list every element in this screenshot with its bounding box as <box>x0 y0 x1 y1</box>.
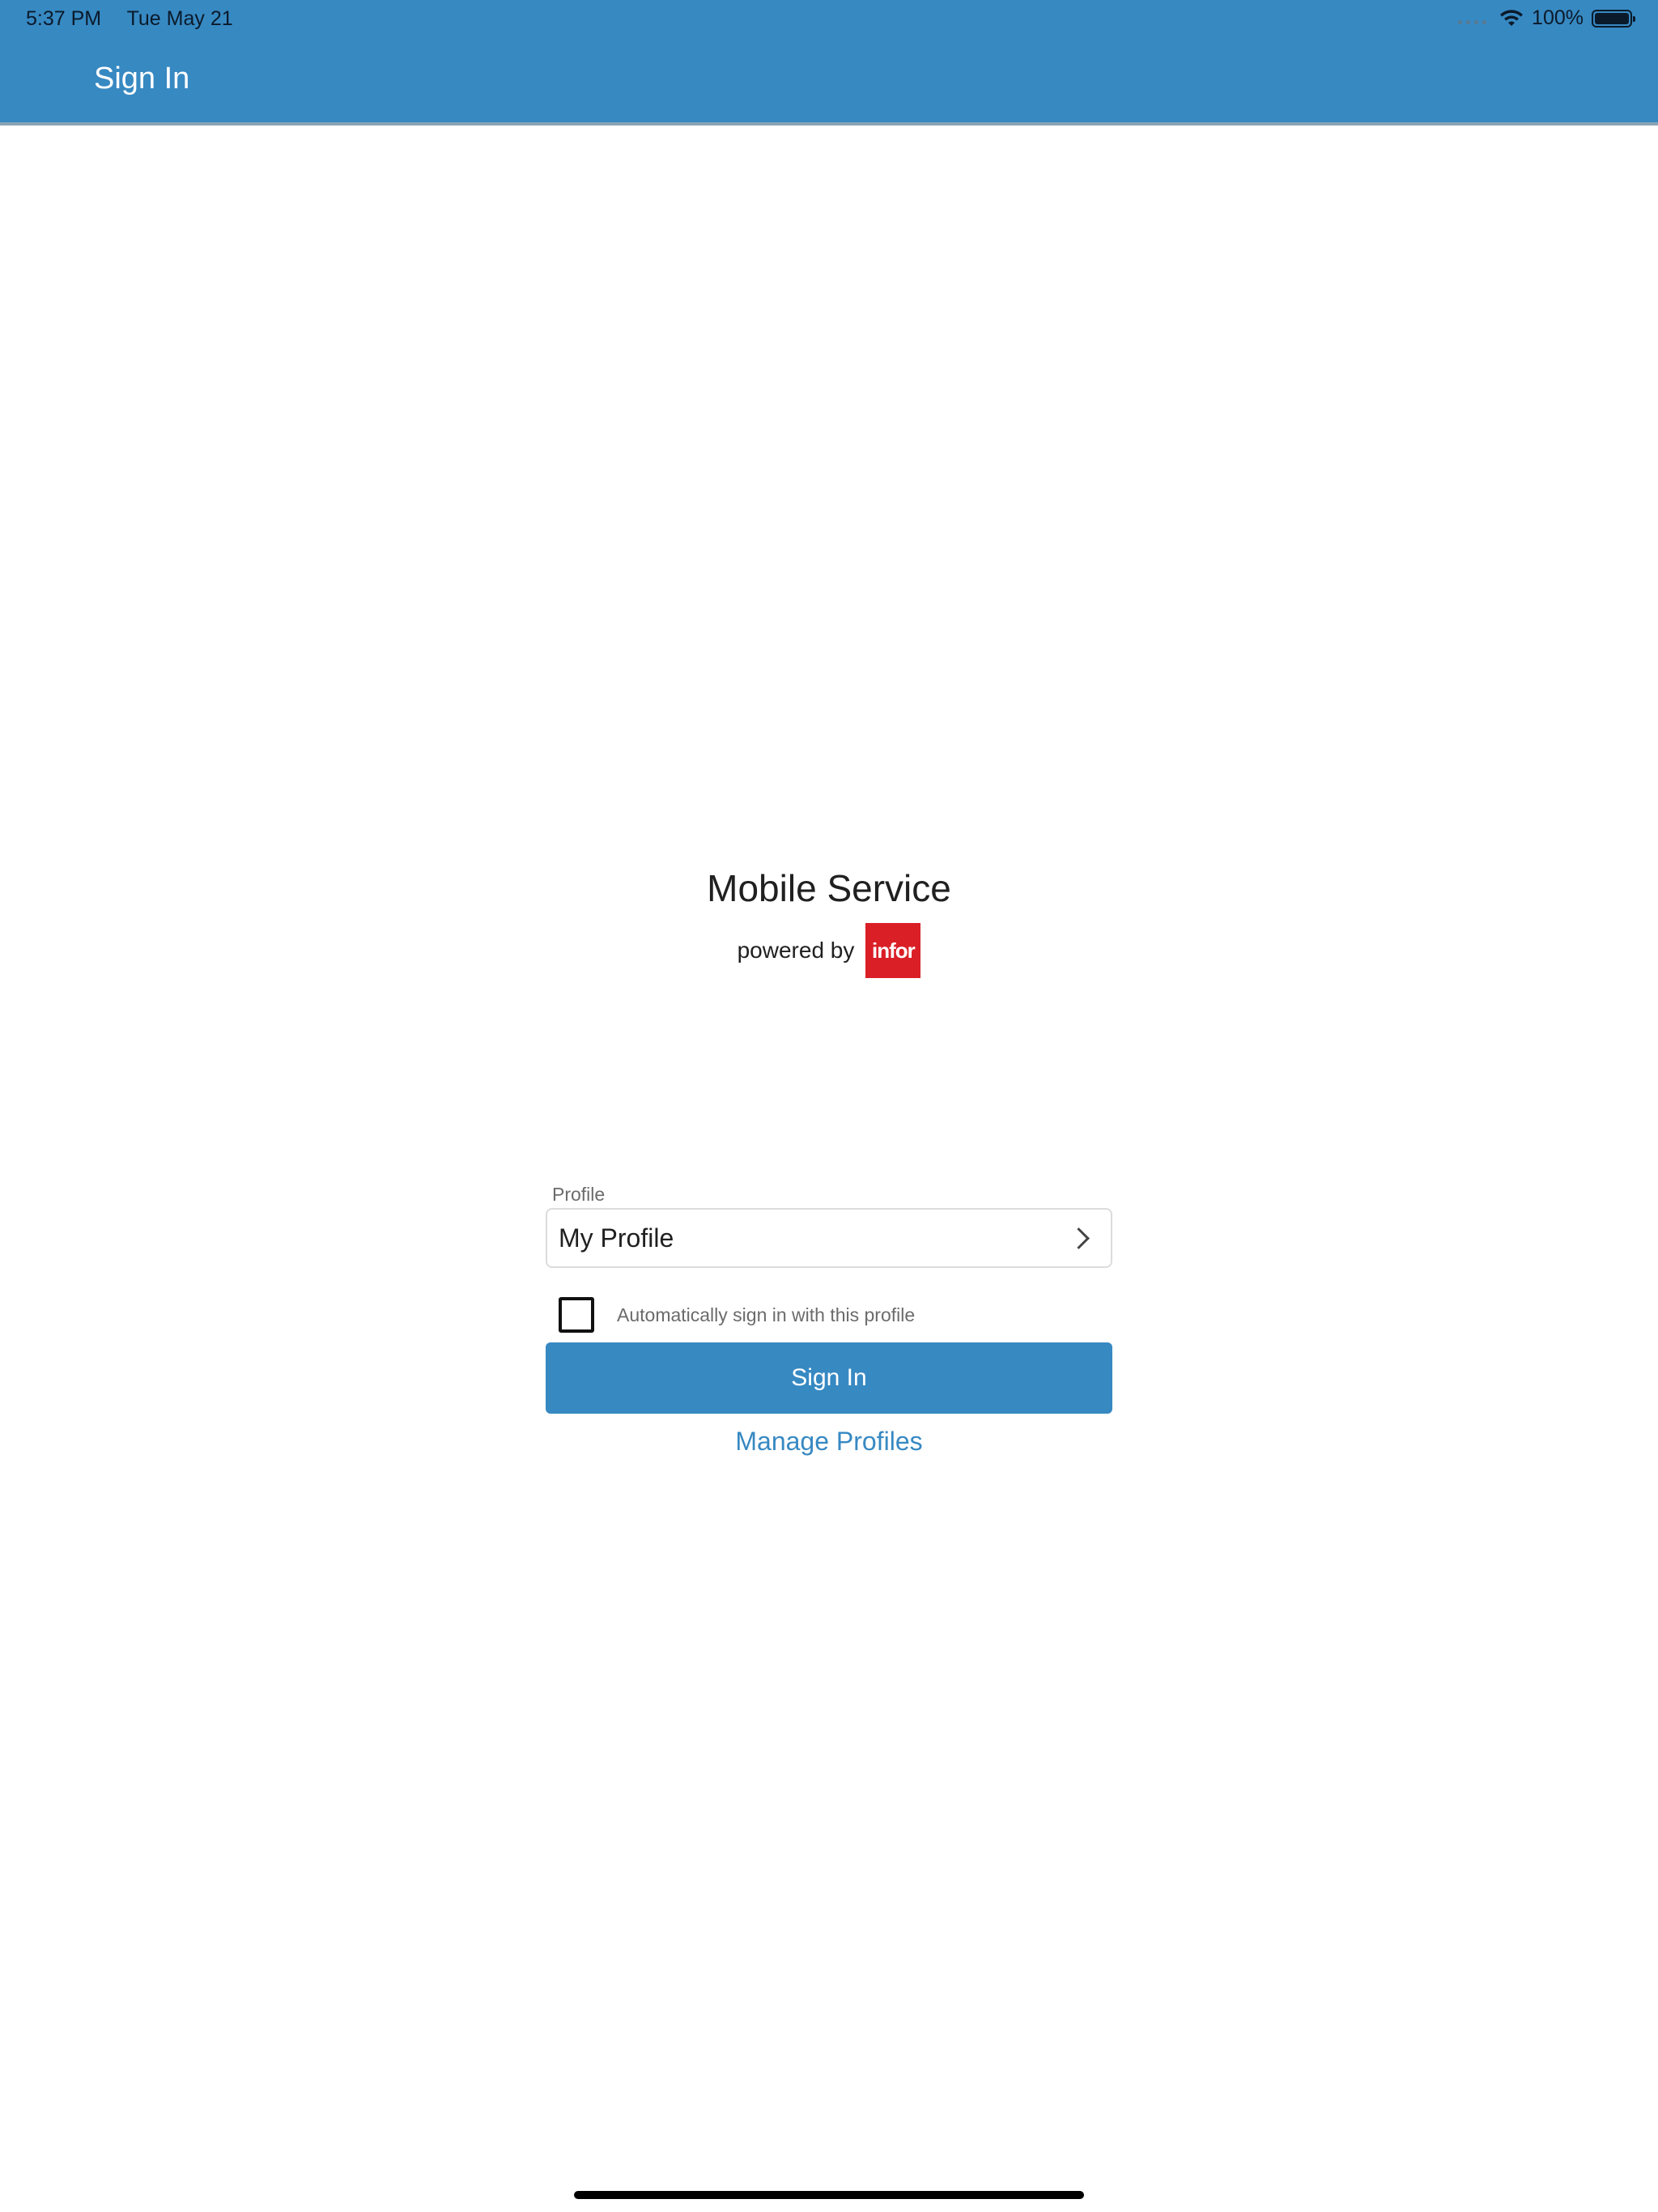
battery-icon <box>1592 9 1635 28</box>
home-indicator[interactable] <box>574 2191 1084 2199</box>
chevron-right-icon <box>1068 1227 1090 1249</box>
profile-value: My Profile <box>559 1223 674 1253</box>
sign-in-screen: 5:37 PM Tue May 21 100% Sign In Mobile S… <box>0 0 1658 2212</box>
battery-percent: 100% <box>1532 6 1584 29</box>
auto-signin-checkbox[interactable] <box>559 1297 594 1333</box>
auto-signin-row: Automatically sign in with this profile <box>546 1297 915 1333</box>
status-time: 5:37 PM Tue May 21 <box>26 7 233 31</box>
status-clock: 5:37 PM <box>26 7 102 30</box>
wifi-icon <box>1500 9 1524 26</box>
navigation-bar: 5:37 PM Tue May 21 100% Sign In <box>0 0 1658 125</box>
manage-profiles-link[interactable]: Manage Profiles <box>546 1427 1112 1457</box>
infor-logo: infor <box>865 923 921 978</box>
sign-in-form: Profile My Profile Automatically sign in… <box>546 1184 1112 1456</box>
status-date: Tue May 21 <box>126 7 233 30</box>
powered-by-text: powered by <box>737 938 855 963</box>
profile-label: Profile <box>552 1184 606 1205</box>
profile-selector[interactable]: My Profile <box>546 1208 1112 1268</box>
page-title: Sign In <box>94 62 190 96</box>
cellular-dots-icon <box>1458 20 1487 24</box>
sign-in-button[interactable]: Sign In <box>546 1342 1112 1414</box>
powered-by-row: powered by infor <box>0 923 1658 978</box>
app-name: Mobile Service <box>707 867 951 909</box>
auto-signin-label: Automatically sign in with this profile <box>617 1304 916 1325</box>
status-bar: 5:37 PM Tue May 21 100% <box>0 0 1658 39</box>
status-indicators: 100% <box>1458 6 1635 30</box>
